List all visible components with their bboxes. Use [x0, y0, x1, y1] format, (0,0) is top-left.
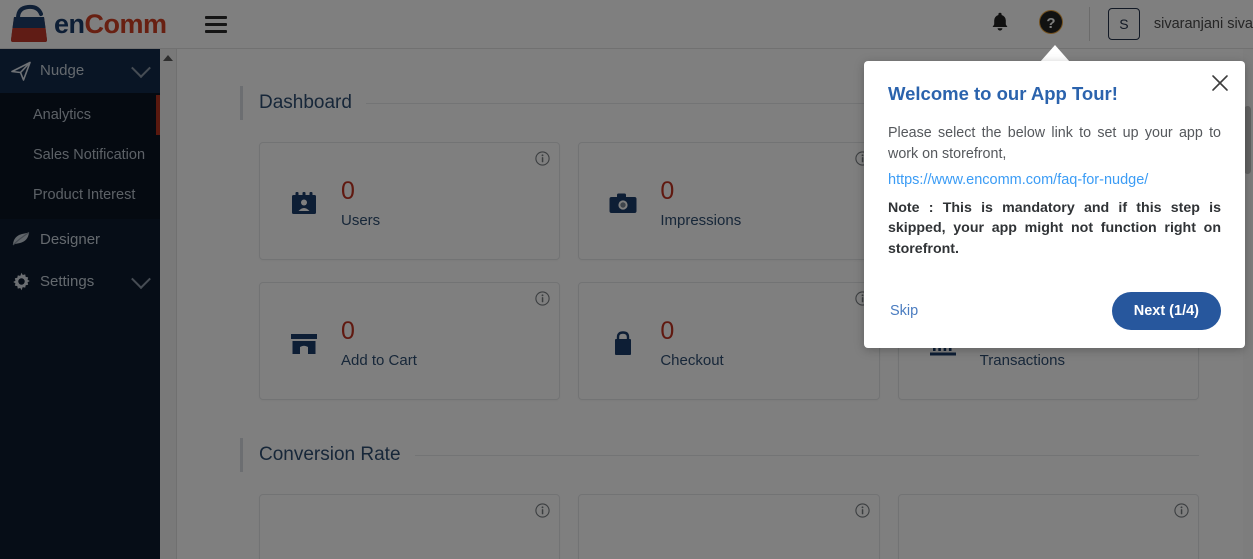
skip-button[interactable]: Skip — [888, 303, 918, 319]
tour-link[interactable]: https://www.encomm.com/faq-for-nudge/ — [888, 172, 1221, 188]
tour-actions: Skip Next (1/4) — [888, 291, 1221, 330]
tour-title: Welcome to our App Tour! — [888, 83, 1118, 104]
tour-note-text: Note : This is mandatory and if this ste… — [888, 199, 1221, 258]
tour-body-text: Please select the below link to set up y… — [888, 125, 1221, 163]
tour-popup: Welcome to our App Tour! Please select t… — [864, 61, 1245, 348]
tour-popup-pointer — [1040, 45, 1070, 62]
next-button[interactable]: Next (1/4) — [1111, 291, 1221, 330]
close-icon[interactable] — [1210, 73, 1230, 93]
